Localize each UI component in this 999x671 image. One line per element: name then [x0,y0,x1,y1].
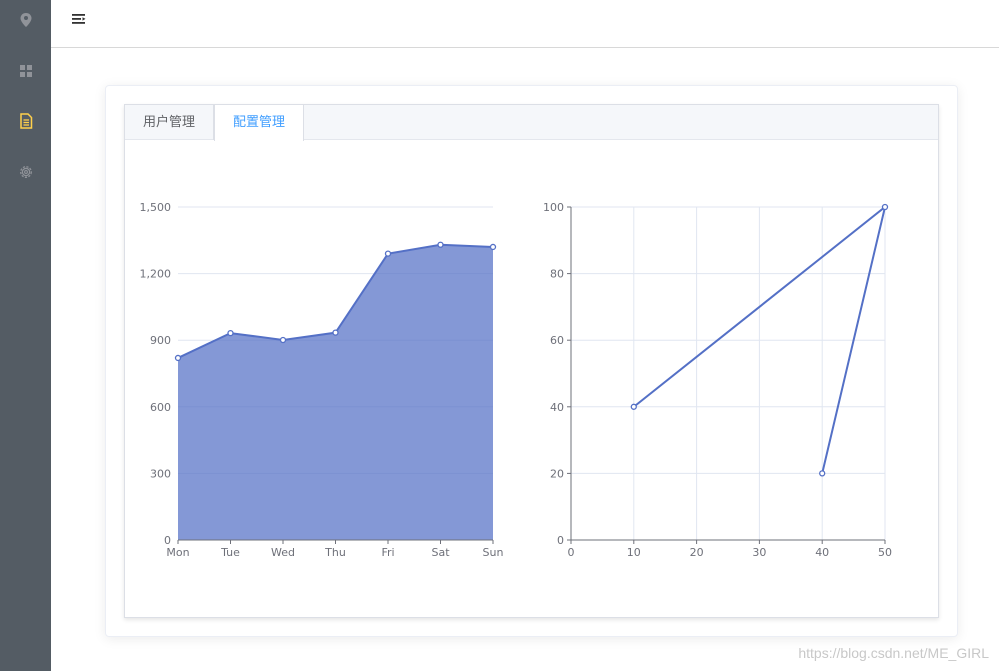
top-header [51,0,999,48]
menu-toggle-icon[interactable] [69,10,89,28]
tab-user-management[interactable]: 用户管理 [125,105,215,140]
y-tick-label: 600 [150,401,171,414]
y-tick-label: 40 [550,401,564,414]
data-point [437,241,444,248]
y-tick-label: 60 [550,334,564,347]
x-tick-label: Tue [220,546,240,559]
x-tick-label: 10 [627,546,641,559]
x-tick-label: 20 [690,546,704,559]
y-tick-label: 100 [543,201,564,214]
y-tick-label: 80 [550,268,564,281]
gear-icon[interactable] [16,162,36,182]
x-tick-label: 50 [878,546,892,559]
x-tick-label: 40 [815,546,829,559]
data-point [630,403,637,410]
data-point [881,203,889,211]
y-tick-label: 1,500 [140,201,172,214]
line-chart: 0 20 40 60 80 100 0 10 20 30 40 50 [543,201,892,559]
sidebar [0,0,51,671]
x-tick-label: Sat [431,546,450,559]
data-point [227,329,234,337]
data-point [174,354,182,362]
x-tick-label: 0 [568,546,575,559]
x-tick-label: Wed [271,546,295,559]
location-icon[interactable] [16,10,36,30]
data-point [819,470,826,477]
watermark: https://blog.csdn.net/ME_GIRL [798,645,989,661]
grid-icon[interactable] [16,61,36,81]
data-point [384,250,392,257]
tab-config-management[interactable]: 配置管理 [214,105,305,141]
x-tick-label: Mon [166,546,189,559]
x-tick-label: 30 [752,546,766,559]
area-chart: 03006009001,2001,500Mon Tue Wed Thu Fri Sat Su… [140,201,504,559]
x-tick-label: Thu [324,546,346,559]
x-tick-label: Sun [483,546,504,559]
x-tick-label: Fri [381,546,394,559]
document-icon[interactable] [16,111,36,131]
y-tick-label: 20 [550,467,564,480]
data-point [489,243,497,251]
data-point [332,329,339,336]
y-tick-label: 900 [150,334,171,347]
y-tick-label: 300 [150,467,171,480]
y-tick-label: 0 [557,534,564,547]
data-point [279,336,287,344]
y-tick-label: 1,200 [140,268,172,281]
tab-header: 用户管理 配置管理 [125,105,938,141]
area-fill [178,244,493,540]
